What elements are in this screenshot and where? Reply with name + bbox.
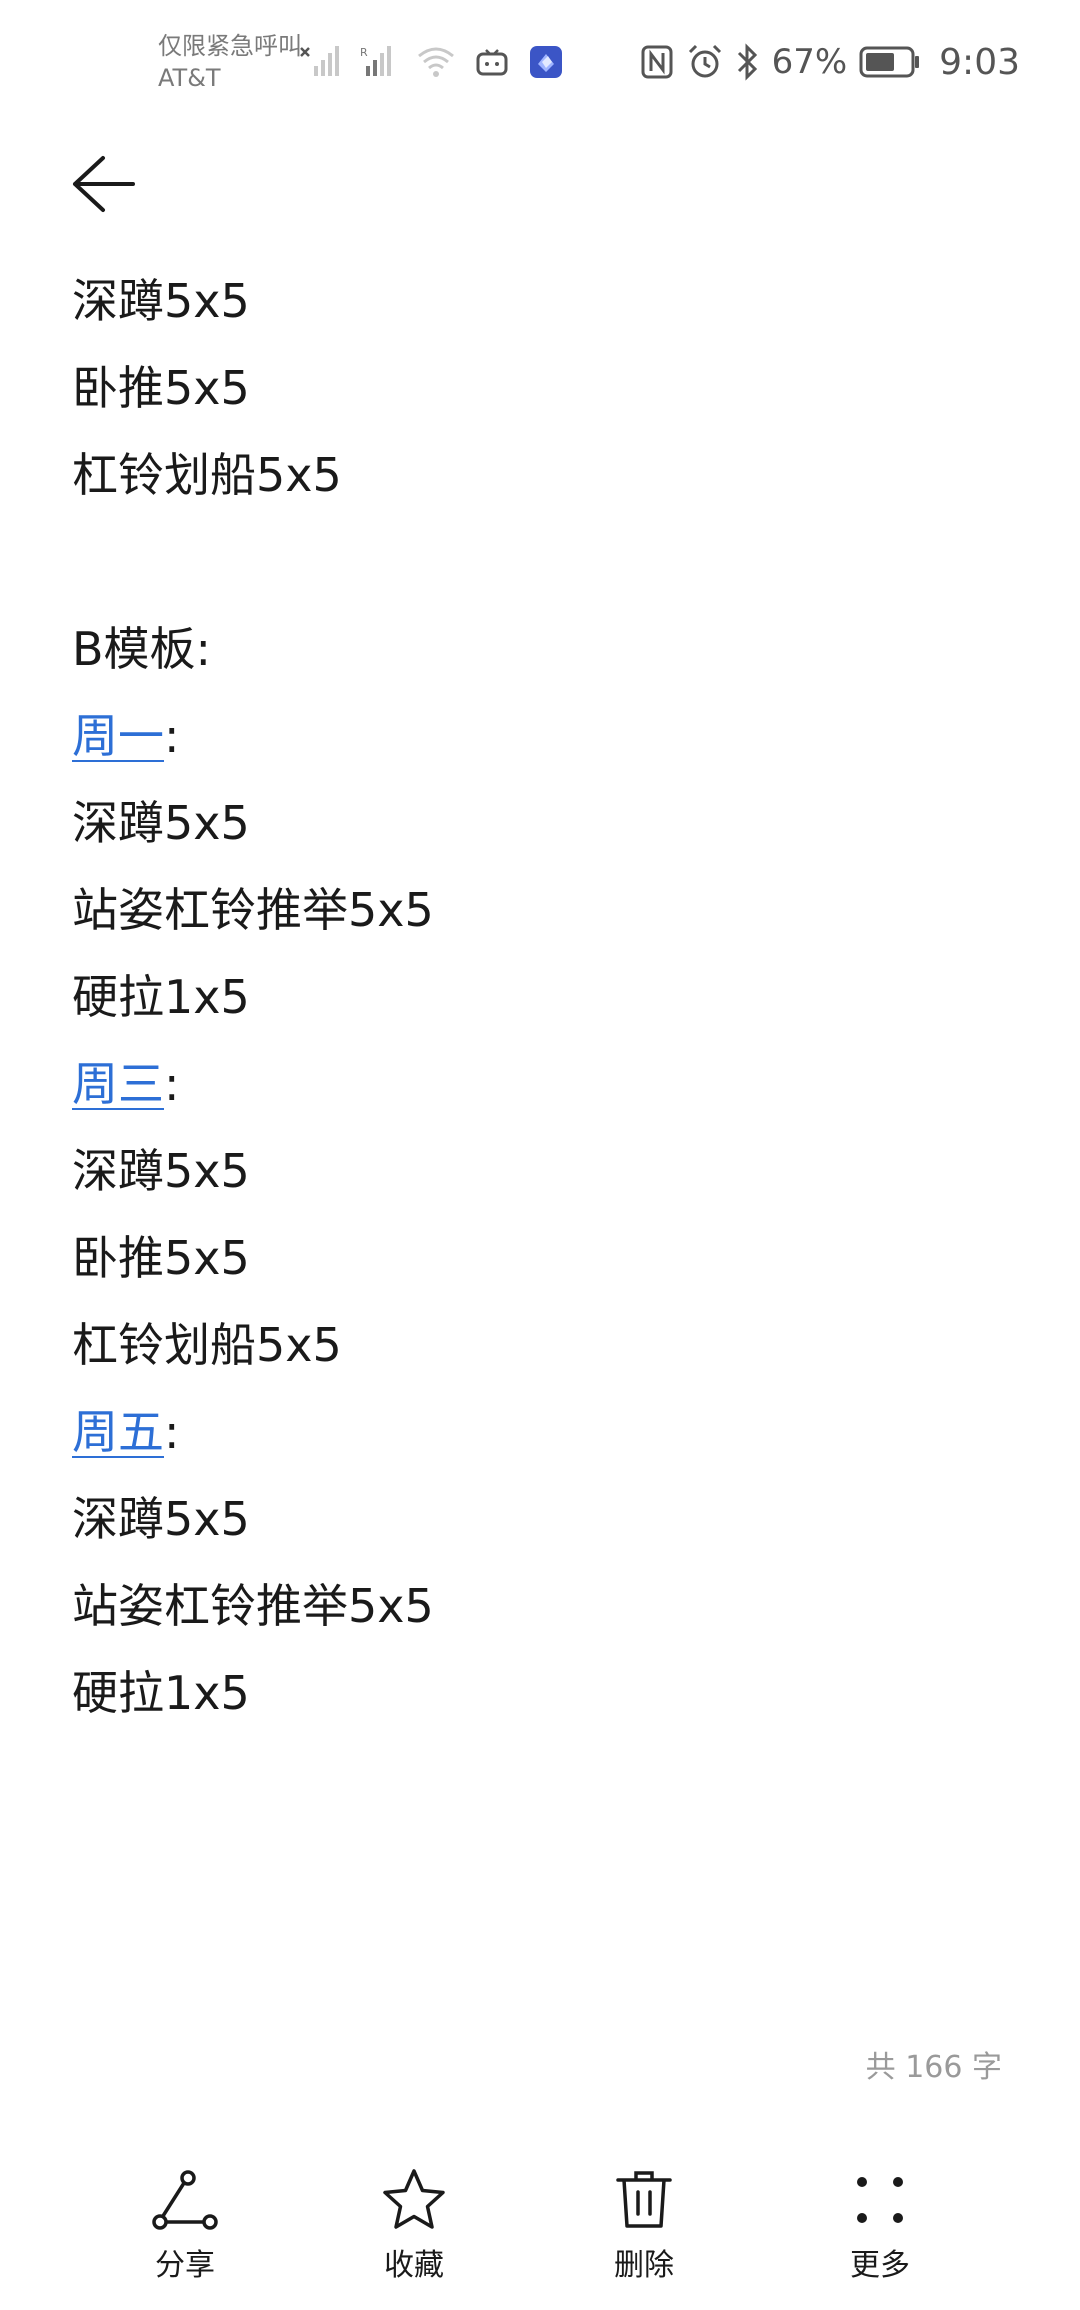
note-date-link[interactable]: 周三 <box>72 1057 164 1111</box>
status-icons-right: 67% 9:03 <box>640 38 1020 86</box>
back-button[interactable] <box>62 142 146 226</box>
note-line: 杠铃划船5x5 <box>72 1318 342 1372</box>
note-line: 硬拉1x5 <box>72 970 250 1024</box>
bluetooth-icon <box>736 43 760 81</box>
favorite-button[interactable]: 收藏 <box>334 2150 494 2290</box>
note-line-suffix: : <box>164 709 180 763</box>
alarm-icon <box>686 43 724 81</box>
note-line: 深蹲5x5 <box>72 1144 250 1198</box>
favorite-label: 收藏 <box>384 2248 444 2283</box>
note-line: 卧推5x5 <box>72 361 250 415</box>
more-button[interactable]: 更多 <box>800 2150 960 2290</box>
note-line: 杠铃划船5x5 <box>72 448 342 502</box>
note-line: 站姿杠铃推举5x5 <box>72 883 434 937</box>
arrow-left-icon <box>69 154 139 214</box>
note-heading-line: 周五: <box>72 1389 1012 1476</box>
note-heading-line: 周三: <box>72 1041 1012 1128</box>
note-line: 卧推5x5 <box>72 1231 250 1285</box>
share-button[interactable]: 分享 <box>105 2150 265 2290</box>
no-sim-signal-icon <box>300 44 340 80</box>
delete-button[interactable]: 删除 <box>564 2150 724 2290</box>
star-icon <box>378 2164 450 2236</box>
status-bar: 仅限紧急呼叫 AT&T R 67% 9:03 <box>0 0 1080 120</box>
note-date-link[interactable]: 周五 <box>72 1405 164 1459</box>
delete-label: 删除 <box>614 2248 674 2283</box>
carrier-status-text: 仅限紧急呼叫 <box>158 32 302 60</box>
wifi-icon <box>416 44 456 80</box>
note-line: 深蹲5x5 <box>72 274 250 328</box>
word-count: 共 166 字 <box>865 2050 1002 2085</box>
share-label: 分享 <box>155 2248 215 2283</box>
note-content[interactable]: 深蹲5x5 卧推5x5 杠铃划船5x5 B模板: 周一: 深蹲5x5 站姿杠铃推举5x5 硬拉… <box>72 258 1012 1737</box>
status-icons-left: R <box>300 38 564 86</box>
bottom-toolbar: 分享 收藏 删除 更多 <box>0 2150 1080 2310</box>
svg-text:R: R <box>360 46 368 59</box>
note-line: 深蹲5x5 <box>72 796 250 850</box>
note-line: 硬拉1x5 <box>72 1666 250 1720</box>
note-line: 站姿杠铃推举5x5 <box>72 1579 434 1633</box>
share-icon <box>149 2164 221 2236</box>
note-date-link[interactable]: 周一 <box>72 709 164 763</box>
note-line: 深蹲5x5 <box>72 1492 250 1546</box>
note-blank-line <box>72 519 1012 606</box>
carrier-name: AT&T <box>158 64 221 92</box>
note-heading-line: 周一: <box>72 693 1012 780</box>
notes-screen: 仅限紧急呼叫 AT&T R 67% 9:03 深蹲5x5 卧推5x5 杠铃划船5… <box>0 0 1080 2310</box>
clock: 9:03 <box>939 41 1020 83</box>
note-line-suffix: : <box>164 1405 180 1459</box>
nfc-icon <box>640 44 674 80</box>
note-line: B模板: <box>72 622 212 676</box>
more-label: 更多 <box>850 2248 910 2283</box>
app-icon <box>528 44 564 80</box>
carrier-info: 仅限紧急呼叫 AT&T <box>158 30 308 94</box>
trash-icon <box>608 2164 680 2236</box>
signal-icon: R <box>358 44 398 80</box>
note-line-suffix: : <box>164 1057 180 1111</box>
tv-app-icon <box>474 44 510 80</box>
more-dots-icon <box>844 2164 916 2236</box>
battery-icon <box>859 45 921 79</box>
battery-percent: 67% <box>771 42 848 82</box>
